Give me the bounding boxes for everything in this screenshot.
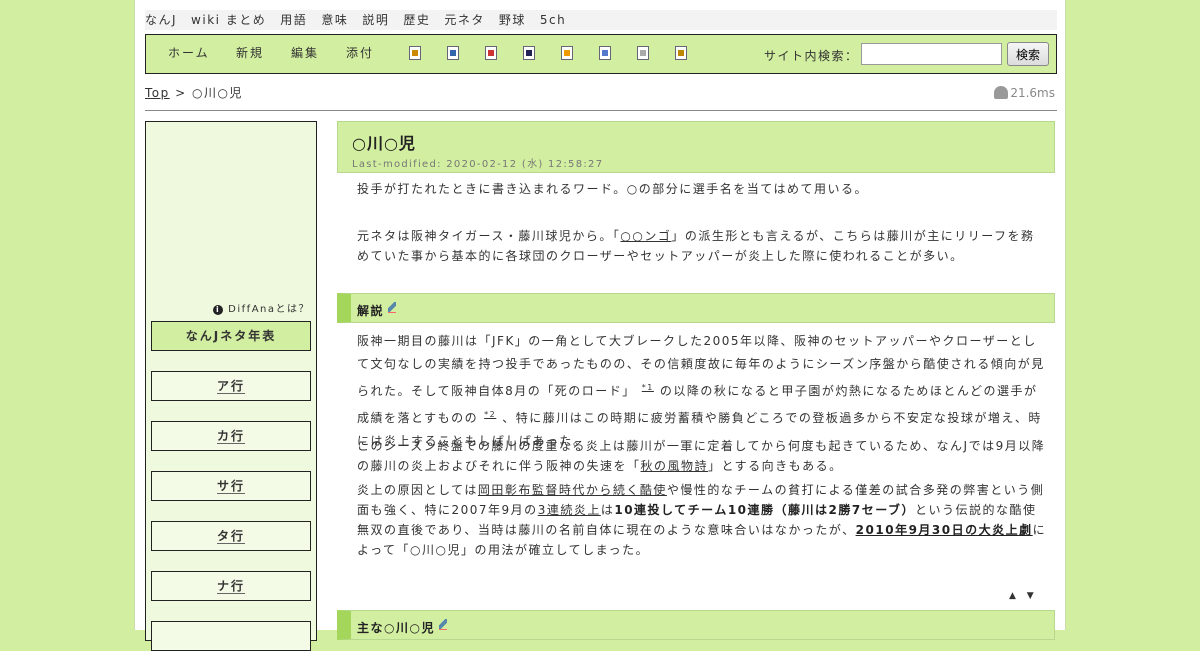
edit-link[interactable]: 編集 [291,35,319,73]
header-link[interactable]: なんJ [145,13,177,27]
explanation-paragraph-3: 炎上の原因としては岡田彰布監督時代から続く酷使や慢性的なチームの貧打による僅差の… [357,483,1047,557]
home-link[interactable]: ホーム [168,35,210,73]
help-icon[interactable] [675,46,687,60]
ngo-link[interactable]: ○○ンゴ [620,229,671,243]
header-link[interactable]: wiki まとめ [191,13,266,27]
autumn-tradition-link[interactable]: 秋の風物詩 [641,459,709,473]
sidebar-item-next-row[interactable] [151,621,311,651]
page-container: なんJ wiki まとめ 用語 意味 説明 歴史 元ネタ 野球 5ch ホーム 新規 編集 添付… [134,0,1066,651]
rename-icon[interactable] [599,46,611,60]
diffana-link[interactable]: DiffAnaとは？ [228,304,310,315]
explanation-paragraph-1: 阪神一期目の藤川は「JFK」の一角として大ブレークした2005年以降、阪神のセッ… [357,334,1045,448]
footnote-link-1[interactable]: *1 [642,383,654,392]
timing-value: 21.6ms [1010,86,1055,100]
header-link[interactable]: 元ネタ [444,13,485,27]
page-title: ○川○児 [352,134,416,153]
header-link[interactable]: 歴史 [403,13,430,27]
footnote-link-2[interactable]: *2 [484,410,496,419]
edit-pencil-icon[interactable] [388,302,397,313]
header-link[interactable]: 野球 [499,13,526,27]
copy-page-icon[interactable] [447,46,459,60]
emphasis-text: 10連投してチーム10連勝（藤川は2勝7セーブ） [614,503,916,517]
section-header-examples: 主な○川○児 [337,610,1055,640]
search-input[interactable] [861,43,1002,65]
sidebar-item-sa-row[interactable]: サ行 [151,471,311,501]
toolbar: ホーム 新規 編集 添付 サイト内検索： 検索 [145,34,1057,74]
sidebar-item-ka-row[interactable]: カ行 [151,421,311,451]
section-title: 解説 [357,304,385,318]
search-button[interactable]: 検索 [1007,42,1049,66]
header-links: なんJ wiki まとめ 用語 意味 説明 歴史 元ネタ 野球 5ch [145,10,1057,30]
intro-paragraph: 投手が打たれたときに書き込まれるワード。○の部分に選手名を当てはめて用いる。 [357,182,868,196]
page-header: ○川○児 Last-modified: 2020-02-12 (水) 12:58… [337,121,1055,173]
backup-icon[interactable] [523,46,535,60]
three-blowups-link[interactable]: 3連続炎上 [538,503,601,517]
info-icon: i [213,305,224,315]
header-link[interactable]: 説明 [362,13,389,27]
header-link[interactable]: 用語 [280,13,307,27]
sept-30-2010-link[interactable]: 2010年9月30日の大炎上劇 [856,523,1033,537]
new-page-icon[interactable] [409,46,421,60]
breadcrumb-current: ○川○児 [191,86,243,100]
breadcrumb: Top > ○川○児 [145,84,243,101]
render-timing: 21.6ms [994,86,1055,100]
header-link[interactable]: 意味 [321,13,348,27]
search-label: サイト内検索： [764,49,859,63]
header-link[interactable]: 5ch [540,13,566,27]
speedometer-icon [994,86,1009,99]
last-modified: Last-modified: 2020-02-12 (水) 12:58:27 [352,159,604,170]
page-up-down-arrows[interactable]: ▲ ▼ [1009,591,1038,601]
edit-pencil-icon[interactable] [438,619,447,630]
explanation-paragraph-2: このシーズン終盤での藤川の度重なる炎上は藤川が一軍に定着してから何度も起きている… [357,439,1046,473]
divider [145,110,1057,111]
breadcrumb-separator: > [175,86,187,100]
diffana-help[interactable]: i DiffAnaとは？ [213,300,310,315]
sidebar-item-timeline[interactable]: なんJネタ年表 [151,321,311,351]
attach-link[interactable]: 添付 [346,35,374,73]
freeze-icon[interactable] [561,46,573,60]
origin-paragraph: 元ネタは阪神タイガース・藤川球児から。「○○ンゴ」の派生形とも言えるが、こちらは… [357,229,1035,263]
sidebar: i DiffAnaとは？ なんJネタ年表 ア行 カ行 サ行 タ行 ナ行 [145,121,317,651]
diff-icon[interactable] [485,46,497,60]
breadcrumb-top-link[interactable]: Top [145,86,170,100]
sidebar-item-ta-row[interactable]: タ行 [151,521,311,551]
section-header-explanation: 解説 [337,293,1055,323]
section-title: 主な○川○児 [357,621,435,635]
okada-overuse-link[interactable]: 岡田彰布監督時代から続く酷使 [478,483,667,497]
new-link[interactable]: 新規 [236,35,264,73]
sidebar-item-na-row[interactable]: ナ行 [151,571,311,601]
list-icon[interactable] [637,46,649,60]
sidebar-item-a-row[interactable]: ア行 [151,371,311,401]
